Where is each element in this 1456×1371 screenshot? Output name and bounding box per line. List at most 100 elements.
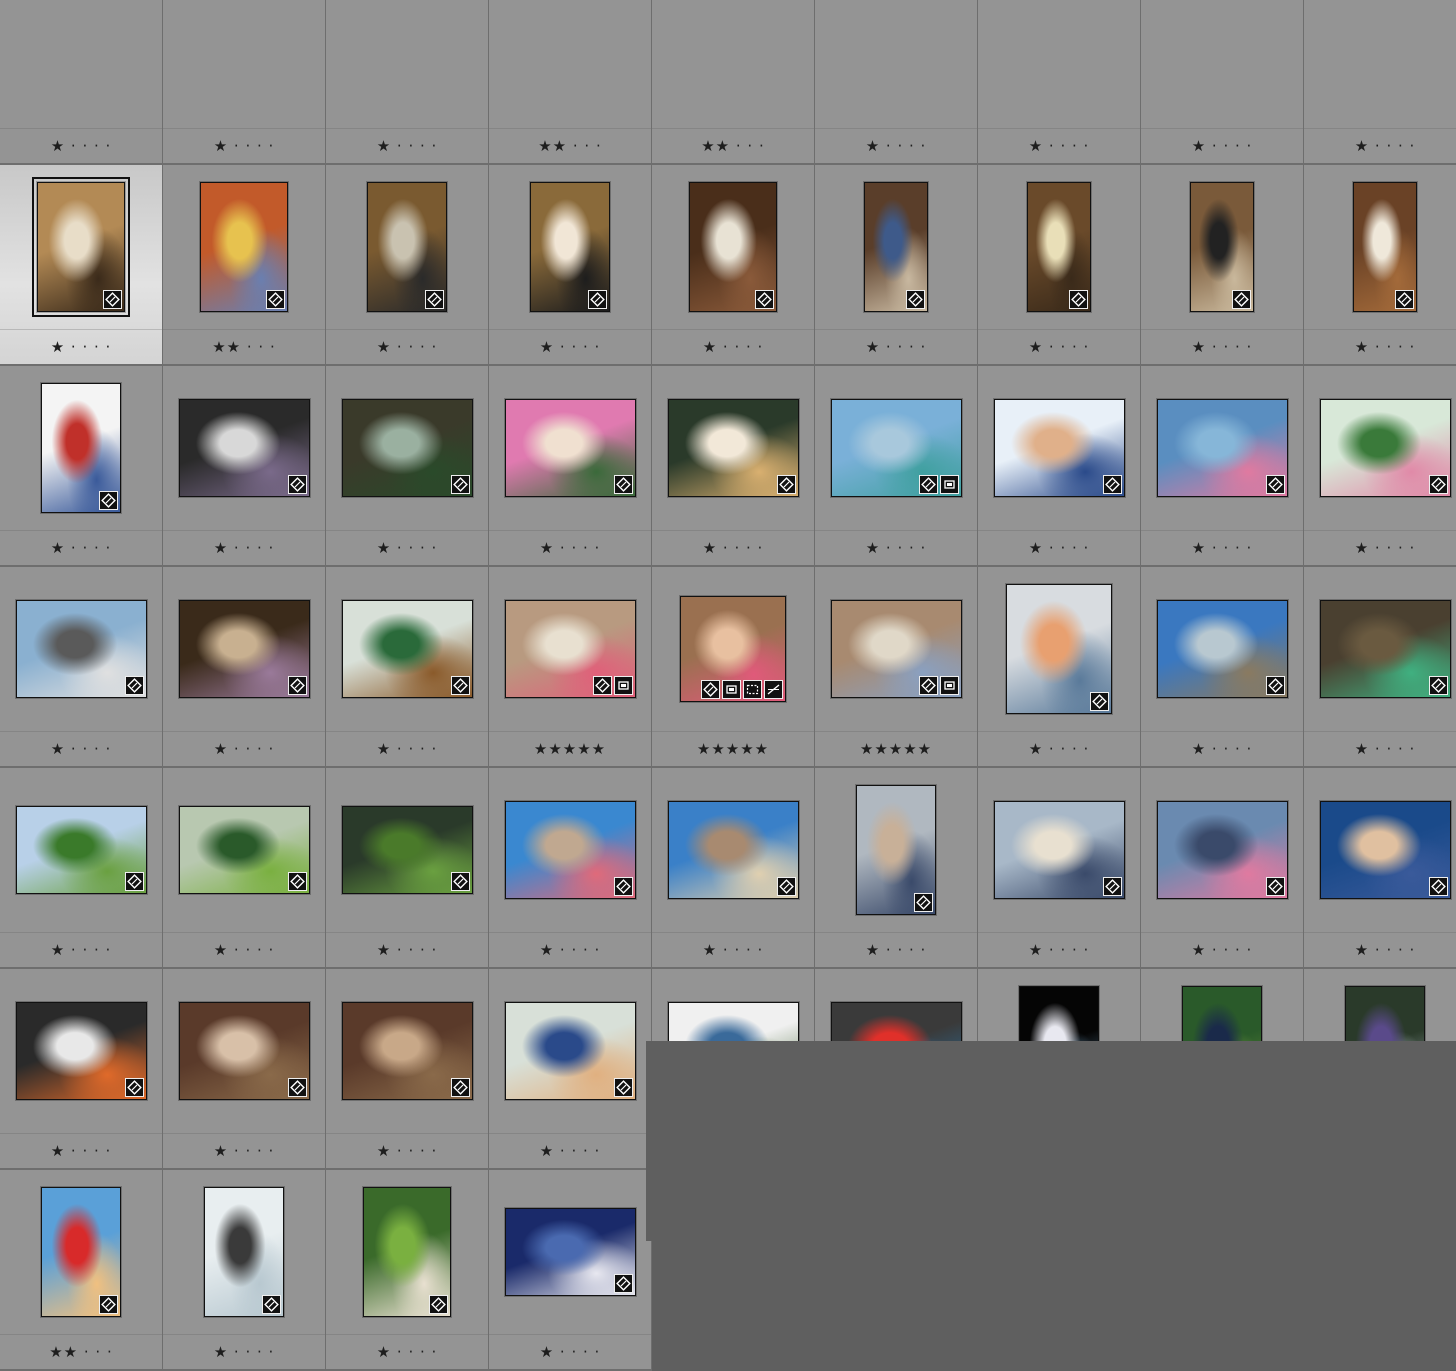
photo-thumbnail[interactable] — [1190, 182, 1254, 312]
photo-thumbnail[interactable] — [504, 600, 636, 698]
star-rating[interactable]: ★★ · · · — [652, 128, 814, 163]
stack-badge-icon[interactable] — [613, 676, 633, 695]
thumbnail-cell[interactable]: ★ · · · · — [489, 768, 652, 969]
star-rating[interactable]: ★ · · · · — [0, 1133, 162, 1168]
photo-thumbnail[interactable] — [178, 600, 310, 698]
thumbnail-cell-selected[interactable]: ★ · · · · — [0, 165, 163, 366]
photo-thumbnail[interactable] — [178, 399, 310, 497]
edit-badge-icon[interactable] — [1069, 290, 1088, 309]
photo-thumbnail[interactable] — [341, 600, 473, 698]
star-rating[interactable]: ★ · · · · — [1304, 329, 1456, 364]
thumbnail-cell[interactable]: ★★ · · · — [489, 0, 652, 165]
photo-thumbnail[interactable] — [1006, 584, 1112, 714]
star-rating[interactable]: ★ · · · · — [1141, 932, 1303, 967]
photo-thumbnail[interactable] — [341, 806, 473, 894]
thumbnail-cell[interactable]: ★ · · · · — [489, 1170, 652, 1371]
star-rating[interactable]: ★★★★★ — [489, 731, 651, 766]
thumbnail-cell[interactable]: ★ · · · · — [978, 567, 1141, 768]
photo-thumbnail[interactable] — [15, 806, 147, 894]
edit-badge-icon[interactable] — [776, 475, 796, 494]
thumbnail-cell[interactable]: ★ · · · · — [0, 366, 163, 567]
star-rating[interactable]: ★ · · · · — [652, 932, 814, 967]
star-rating[interactable]: ★★ · · · — [489, 128, 651, 163]
edit-badge-icon[interactable] — [1102, 877, 1122, 896]
thumbnail-cell[interactable]: ★ · · · · — [163, 768, 326, 969]
edit-badge-icon[interactable] — [918, 676, 938, 695]
photo-thumbnail[interactable] — [504, 399, 636, 497]
star-rating[interactable]: ★ · · · · — [326, 530, 488, 565]
edit-badge-icon[interactable] — [429, 1295, 448, 1314]
photo-thumbnail[interactable] — [667, 801, 799, 899]
photo-thumbnail[interactable] — [341, 1002, 473, 1100]
thumbnail-cell[interactable]: ★ · · · · — [815, 0, 978, 165]
edit-badge-icon[interactable] — [124, 1078, 144, 1097]
photo-thumbnail[interactable] — [41, 1187, 121, 1317]
thumbnail-cell[interactable]: ★ · · · · — [0, 768, 163, 969]
stack-badge-icon[interactable] — [939, 676, 959, 695]
edit-badge-icon[interactable] — [1428, 877, 1448, 896]
edit-badge-icon[interactable] — [1428, 475, 1448, 494]
photo-thumbnail[interactable] — [15, 1002, 147, 1100]
thumbnail-cell[interactable]: ★ · · · · — [978, 366, 1141, 567]
edit-badge-icon[interactable] — [613, 1274, 633, 1293]
edit-badge-icon[interactable] — [613, 475, 633, 494]
photo-thumbnail[interactable] — [1156, 399, 1288, 497]
star-rating[interactable]: ★ · · · · — [0, 932, 162, 967]
star-rating[interactable]: ★★ · · · — [163, 329, 325, 364]
edit-badge-icon[interactable] — [425, 290, 444, 309]
photo-thumbnail[interactable] — [41, 383, 121, 513]
edit-badge-icon[interactable] — [1395, 290, 1414, 309]
photo-thumbnail[interactable] — [856, 785, 936, 915]
photo-thumbnail[interactable] — [1156, 801, 1288, 899]
thumbnail-cell[interactable]: ★ · · · · — [978, 165, 1141, 366]
star-rating[interactable]: ★ · · · · — [326, 932, 488, 967]
photo-thumbnail[interactable] — [667, 399, 799, 497]
edit-badge-icon[interactable] — [592, 676, 612, 695]
edit-badge-icon[interactable] — [1232, 290, 1251, 309]
edit-badge-icon[interactable] — [450, 1078, 470, 1097]
star-rating[interactable]: ★ · · · · — [815, 932, 977, 967]
thumbnail-cell[interactable]: ★ · · · · — [1304, 0, 1456, 165]
star-rating[interactable]: ★ · · · · — [163, 530, 325, 565]
edit-badge-icon[interactable] — [918, 475, 938, 494]
edit-badge-icon[interactable] — [450, 872, 470, 891]
star-rating[interactable]: ★ · · · · — [0, 329, 162, 364]
thumbnail-cell[interactable]: ★ · · · · — [1141, 366, 1304, 567]
edit-badge-icon[interactable] — [124, 676, 144, 695]
star-rating[interactable]: ★ · · · · — [163, 731, 325, 766]
thumbnail-cell[interactable]: ★ · · · · — [1141, 768, 1304, 969]
thumbnail-cell[interactable]: ★ · · · · — [163, 1170, 326, 1371]
star-rating[interactable]: ★ · · · · — [1141, 128, 1303, 163]
edit-badge-icon[interactable] — [755, 290, 774, 309]
thumbnail-cell[interactable]: ★ · · · · — [652, 165, 815, 366]
edit-badge-icon[interactable] — [613, 1078, 633, 1097]
photo-thumbnail[interactable] — [363, 1187, 451, 1317]
star-rating[interactable]: ★ · · · · — [489, 530, 651, 565]
thumbnail-cell[interactable]: ★ · · · · — [326, 768, 489, 969]
thumbnail-cell[interactable]: ★ · · · · — [326, 165, 489, 366]
thumbnail-cell[interactable]: ★ · · · · — [815, 165, 978, 366]
star-rating[interactable]: ★ · · · · — [326, 1334, 488, 1369]
star-rating[interactable]: ★ · · · · — [1304, 731, 1456, 766]
star-rating[interactable]: ★ · · · · — [0, 128, 162, 163]
photo-thumbnail[interactable] — [1319, 600, 1451, 698]
star-rating[interactable]: ★ · · · · — [1304, 932, 1456, 967]
star-rating[interactable]: ★ · · · · — [1141, 530, 1303, 565]
photo-thumbnail[interactable] — [1319, 399, 1451, 497]
photo-thumbnail[interactable] — [830, 399, 962, 497]
star-rating[interactable]: ★ · · · · — [489, 932, 651, 967]
thumbnail-cell[interactable]: ★ · · · · — [1304, 567, 1456, 768]
edit-badge-icon[interactable] — [262, 1295, 281, 1314]
edit-badge-icon[interactable] — [1428, 676, 1448, 695]
star-rating[interactable]: ★ · · · · — [489, 329, 651, 364]
thumbnail-cell[interactable]: ★ · · · · — [652, 768, 815, 969]
photo-thumbnail[interactable] — [178, 806, 310, 894]
star-rating[interactable]: ★ · · · · — [815, 530, 977, 565]
edit-badge-icon[interactable] — [701, 680, 720, 699]
thumbnail-cell[interactable]: ★ · · · · — [815, 366, 978, 567]
thumbnail-cell[interactable]: ★ · · · · — [1304, 366, 1456, 567]
star-rating[interactable]: ★ · · · · — [0, 731, 162, 766]
thumbnail-cell[interactable]: ★ · · · · — [1141, 165, 1304, 366]
star-rating[interactable]: ★ · · · · — [652, 329, 814, 364]
photo-thumbnail[interactable] — [367, 182, 447, 312]
